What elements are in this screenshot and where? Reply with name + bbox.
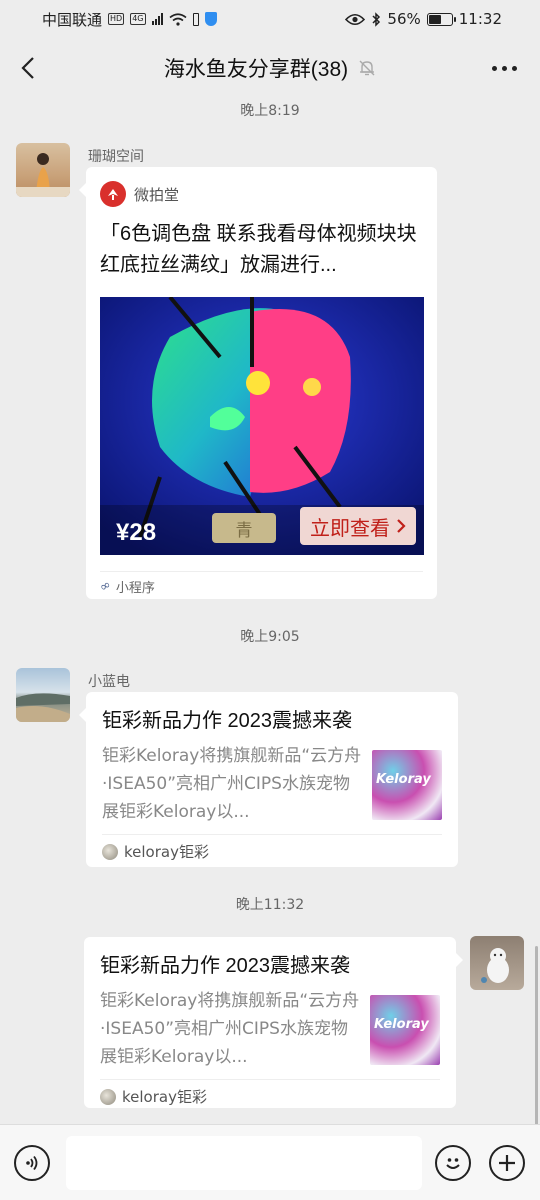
- chat-title-wrap: 海水鱼友分享群(38): [0, 38, 540, 98]
- product-tag: 青: [212, 513, 276, 543]
- mini-program-footer: ∞ 小程序: [96, 571, 423, 601]
- link-body: 钜彩Keloray将携旗舰新品“云方舟·ISEA50”亮相广州CIPS水族宠物展…: [102, 742, 442, 826]
- link-description: 钜彩Keloray将携旗舰新品“云方舟·ISEA50”亮相广州CIPS水族宠物展…: [102, 746, 362, 822]
- avatar-shanhu[interactable]: [16, 143, 70, 197]
- voice-icon: [26, 1155, 38, 1171]
- thumbnail-brand-text: Keloray: [374, 1017, 429, 1032]
- link-title: 钜彩新品力作 2023震撼来袭: [100, 955, 351, 977]
- view-now-label: 立即查看: [310, 517, 390, 540]
- mini-program-footer-label: 小程序: [115, 581, 155, 596]
- time-separator: 晚上11:32: [235, 897, 305, 913]
- mute-bell-icon: [359, 60, 375, 76]
- mini-program-link-icon: ∞: [96, 577, 114, 596]
- view-now-button[interactable]: 立即查看: [300, 507, 416, 545]
- mini-program-card[interactable]: 微拍堂 「6色调色盘 联系我看母体视频块块红底拉丝满纹」放漏进行... ¥28 …: [79, 167, 437, 601]
- avatar-image: [481, 948, 509, 983]
- link-source-name: keloray钜彩: [122, 1088, 207, 1106]
- status-right: 56% 11:32: [345, 10, 502, 28]
- price-label: ¥28: [116, 519, 157, 546]
- status-bar: 中国联通 HD 4G 56% 11:32: [0, 0, 540, 38]
- chat-header: 海水鱼友分享群(38): [0, 38, 540, 98]
- more-button[interactable]: [486, 54, 522, 82]
- keloray-source-icon: [100, 1088, 116, 1105]
- charge-icon: [192, 12, 199, 26]
- weipaitang-logo-icon: [100, 181, 126, 207]
- voice-button[interactable]: [14, 1145, 50, 1181]
- mini-program-title: 「6色调色盘 联系我看母体视频块块红底拉丝满纹」放漏进行...: [100, 223, 417, 276]
- sender-name: 小蓝电: [88, 674, 130, 690]
- thumbnail-brand-text: Keloray: [376, 772, 431, 787]
- link-description: 钜彩Keloray将携旗舰新品“云方舟·ISEA50”亮相广州CIPS水族宠物展…: [100, 991, 360, 1067]
- avatar-image: [16, 153, 70, 197]
- link-title: 钜彩新品力作 2023震撼来袭: [102, 710, 353, 732]
- wifi-icon: [168, 12, 187, 26]
- emoji-button[interactable]: [435, 1145, 471, 1181]
- battery-percent: 56%: [387, 10, 421, 28]
- plus-icon: [499, 1155, 515, 1171]
- link-source: keloray钜彩: [102, 834, 442, 868]
- time-separator: 晚上8:19: [240, 103, 300, 119]
- link-card-self[interactable]: 钜彩新品力作 2023震撼来袭 钜彩Keloray将携旗舰新品“云方舟·ISEA…: [84, 937, 463, 1108]
- mini-program-source-name: 微拍堂: [134, 185, 180, 204]
- keloray-source-icon: [102, 843, 118, 860]
- message-input[interactable]: [66, 1136, 422, 1190]
- avatar-image: [16, 693, 70, 722]
- link-source-name: keloray钜彩: [124, 843, 209, 861]
- security-shield-icon: [204, 12, 217, 26]
- link-thumbnail: Keloray: [372, 750, 442, 820]
- back-button[interactable]: [12, 52, 44, 84]
- scrollbar[interactable]: [535, 946, 538, 1126]
- link-card[interactable]: 钜彩新品力作 2023震撼来袭 钜彩Keloray将携旗舰新品“云方舟·ISEA…: [79, 692, 458, 868]
- carrier-name: 中国联通: [42, 10, 103, 29]
- bluetooth-icon: [372, 11, 381, 27]
- battery-fill: [428, 14, 441, 24]
- avatar-xiaolandian[interactable]: [16, 668, 70, 722]
- network-badge: 4G: [130, 13, 146, 25]
- battery-icon: [426, 12, 456, 26]
- hd-badge: HD: [108, 13, 125, 25]
- status-left: 中国联通 HD 4G: [42, 9, 217, 30]
- time-separator: 晚上9:05: [240, 629, 300, 645]
- sender-name: 珊瑚空间: [88, 149, 144, 165]
- avatar-self[interactable]: [470, 936, 524, 990]
- link-source: keloray钜彩: [100, 1079, 440, 1113]
- chevron-right-icon: [397, 519, 406, 533]
- coral-product-image: ¥28 青 立即查看: [100, 297, 424, 555]
- emoji-icon: [446, 1158, 460, 1169]
- status-time: 11:32: [458, 10, 502, 28]
- chevron-left-icon: [21, 57, 34, 79]
- input-bar: [0, 1124, 540, 1200]
- signal-icon: [151, 13, 163, 25]
- chat-title: 海水鱼友分享群(38): [163, 58, 349, 81]
- plus-button[interactable]: [489, 1145, 525, 1181]
- eye-icon: [345, 13, 366, 25]
- link-body: 钜彩Keloray将携旗舰新品“云方舟·ISEA50”亮相广州CIPS水族宠物展…: [100, 987, 440, 1071]
- more-dots-icon: [491, 65, 497, 71]
- link-thumbnail: Keloray: [370, 995, 440, 1065]
- mini-program-source: 微拍堂: [100, 179, 423, 209]
